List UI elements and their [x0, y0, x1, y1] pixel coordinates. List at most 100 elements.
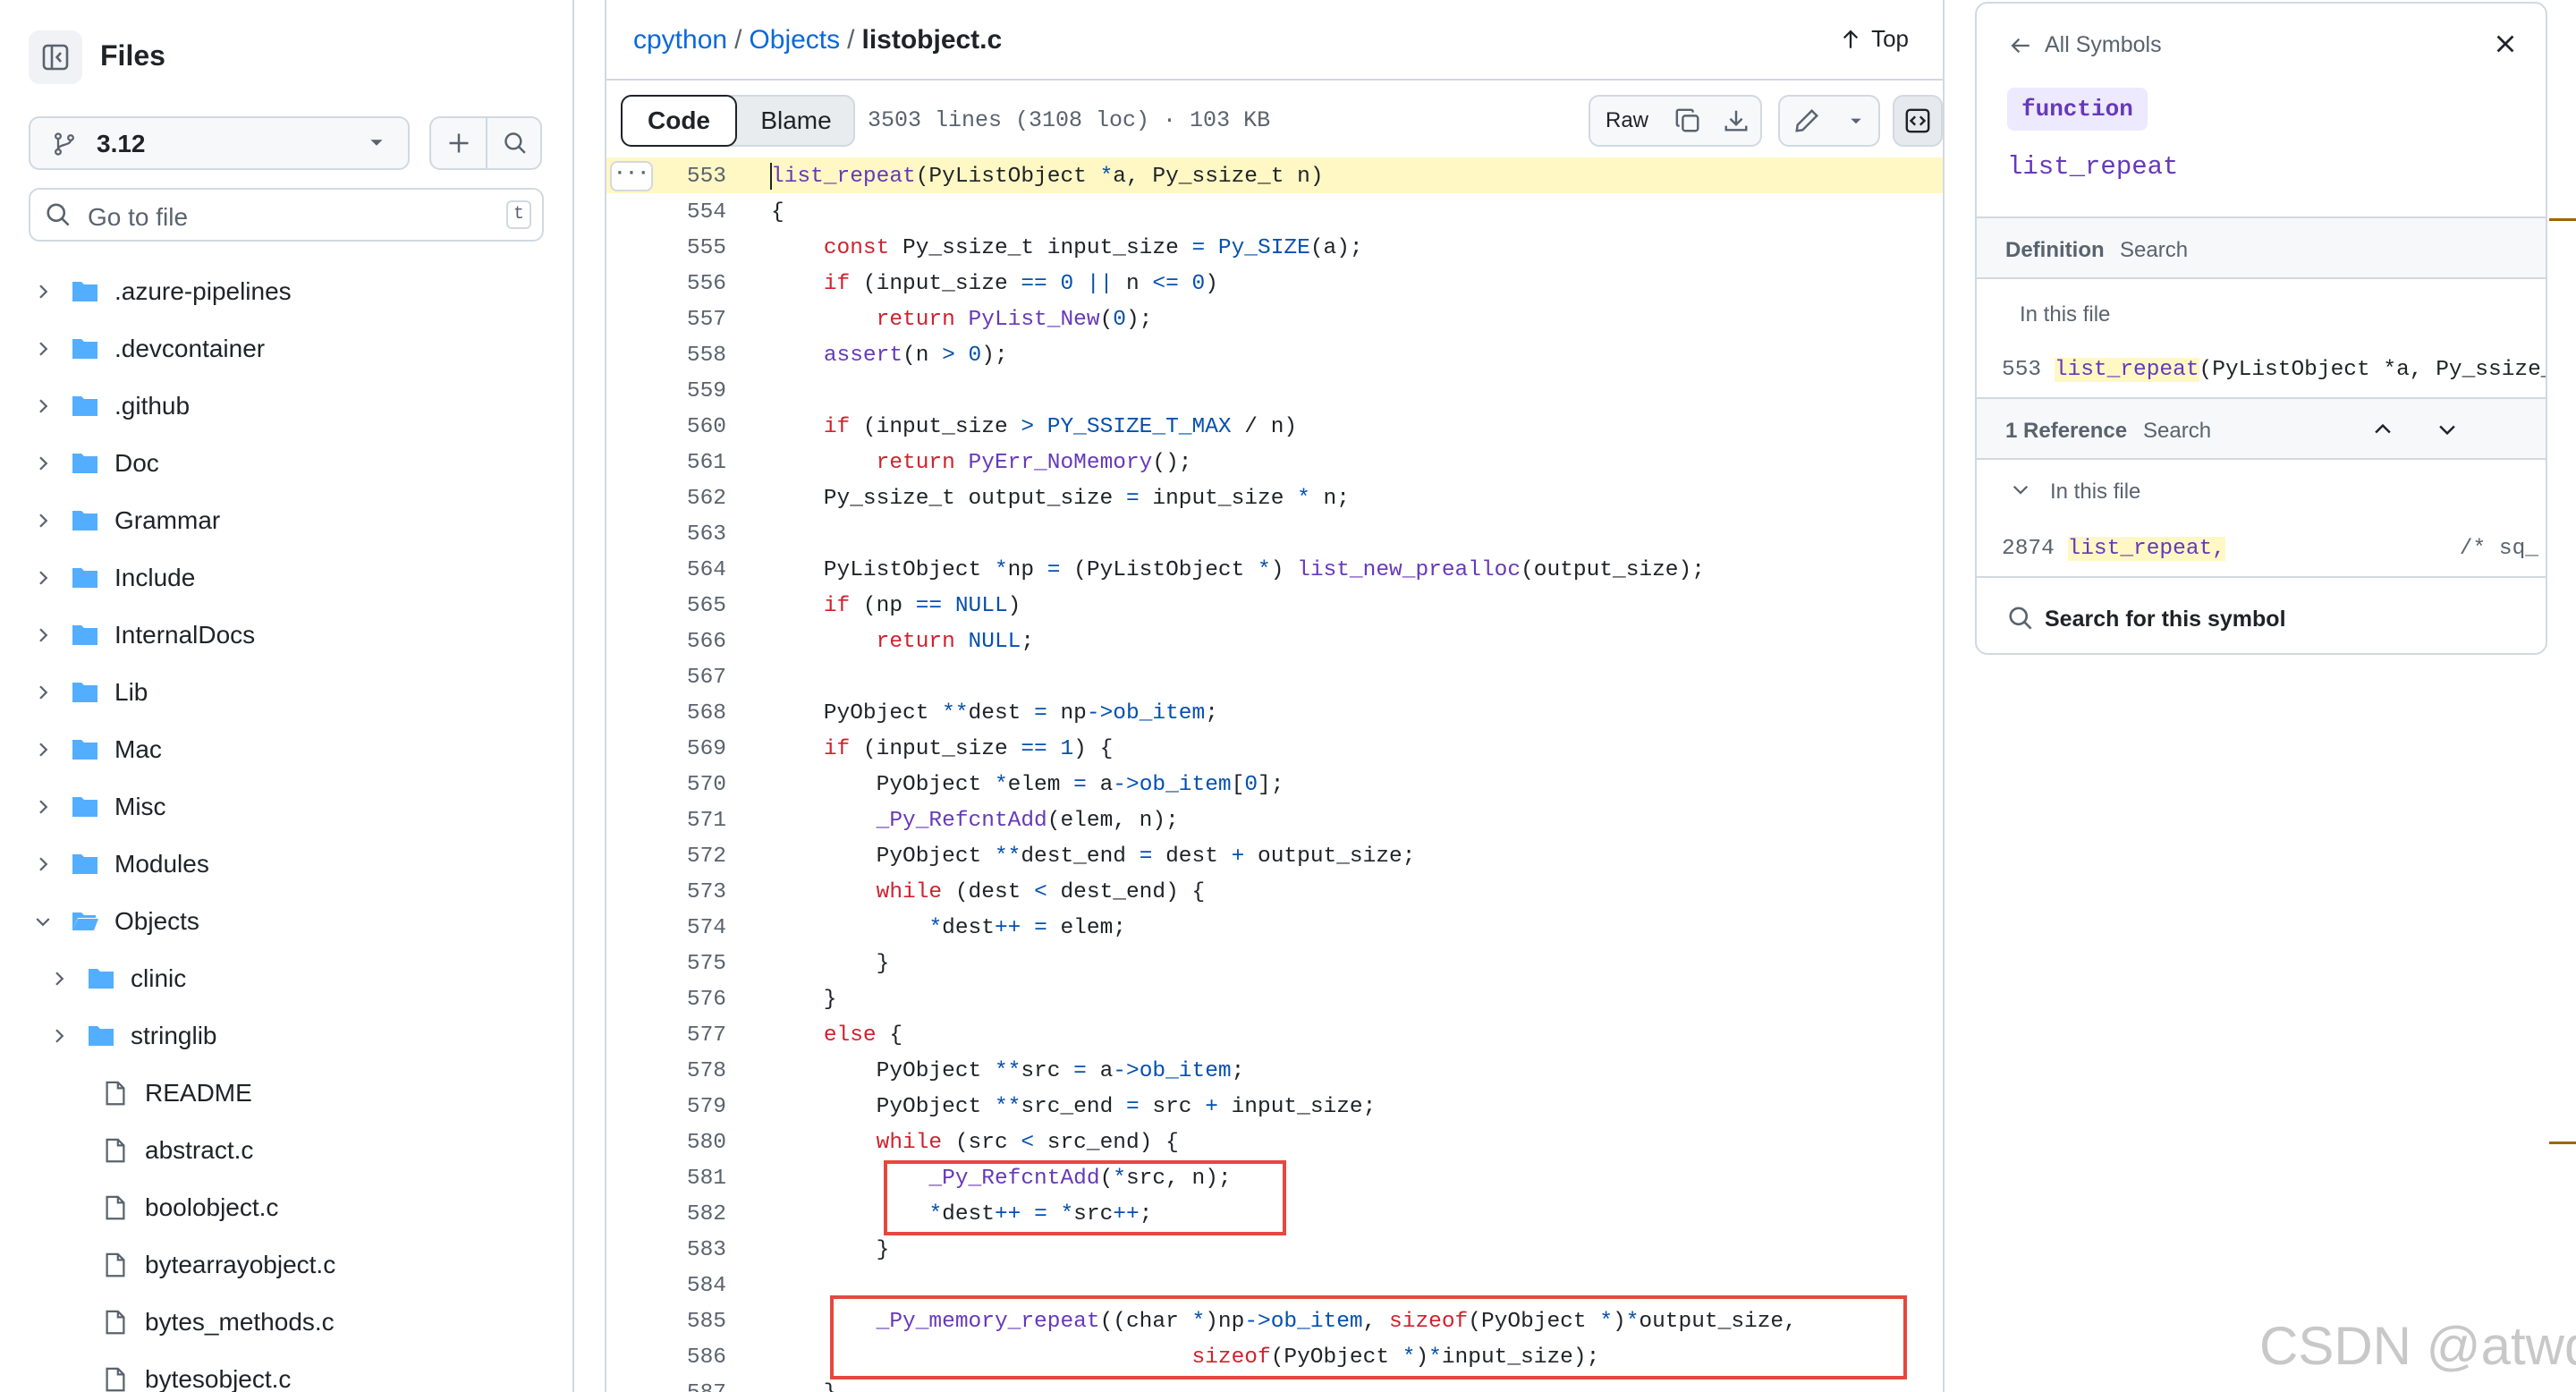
- code-line[interactable]: 564 PyListObject *np = (PyListObject *) …: [606, 551, 1943, 587]
- line-number[interactable]: 572: [637, 845, 726, 869]
- chevron-right-icon[interactable]: [32, 567, 54, 589]
- line-number[interactable]: 571: [637, 809, 726, 833]
- chevron-right-icon[interactable]: [32, 281, 54, 302]
- code-line[interactable]: 579 PyObject **src_end = src + input_siz…: [606, 1088, 1943, 1124]
- code-line[interactable]: 566 return NULL;: [606, 623, 1943, 658]
- line-number[interactable]: 578: [637, 1059, 726, 1083]
- definition-result[interactable]: 553 list_repeat(PyListObject *a, Py_ssiz…: [2002, 358, 2546, 382]
- line-number[interactable]: 583: [637, 1238, 726, 1262]
- line-number[interactable]: 562: [637, 487, 726, 511]
- tree-folder-item[interactable]: InternalDocs: [0, 607, 572, 664]
- chevron-right-icon[interactable]: [32, 853, 54, 875]
- line-number[interactable]: 567: [637, 666, 726, 690]
- line-number[interactable]: 584: [637, 1274, 726, 1298]
- line-number[interactable]: 570: [637, 773, 726, 797]
- chevron-down-icon[interactable]: [2435, 417, 2460, 442]
- reference-result[interactable]: 2874 list_repeat, /* sq_: [2002, 537, 2538, 561]
- blame-tab[interactable]: Blame: [739, 97, 853, 145]
- line-number[interactable]: 554: [637, 200, 726, 225]
- chevron-right-icon[interactable]: [32, 624, 54, 646]
- line-number[interactable]: 566: [637, 630, 726, 654]
- line-number[interactable]: 559: [637, 379, 726, 403]
- chevron-up-icon[interactable]: [2370, 417, 2395, 442]
- tree-file-item[interactable]: bytearrayobject.c: [0, 1236, 572, 1294]
- code-line[interactable]: 563: [606, 515, 1943, 551]
- symbols-panel-button[interactable]: [1893, 95, 1943, 147]
- tree-folder-item[interactable]: Modules: [0, 836, 572, 893]
- code-tab[interactable]: Code: [621, 95, 737, 147]
- line-number[interactable]: 574: [637, 916, 726, 940]
- code-line[interactable]: 556 if (input_size == 0 || n <= 0): [606, 265, 1943, 301]
- raw-button[interactable]: Raw: [1589, 95, 1665, 147]
- add-file-button[interactable]: [431, 118, 487, 168]
- line-number[interactable]: 560: [637, 415, 726, 439]
- collapse-sidebar-button[interactable]: [29, 30, 82, 84]
- tree-folder-item[interactable]: .github: [0, 378, 572, 435]
- tree-file-item[interactable]: bytesobject.c: [0, 1351, 572, 1392]
- line-number[interactable]: 561: [637, 451, 726, 475]
- code-line[interactable]: 554 {: [606, 193, 1943, 229]
- code-line[interactable]: 576 }: [606, 980, 1943, 1016]
- code-line[interactable]: 560 if (input_size > PY_SSIZE_T_MAX / n): [606, 408, 1943, 444]
- tree-folder-item[interactable]: clinic: [0, 950, 572, 1007]
- line-number[interactable]: 575: [637, 952, 726, 976]
- chevron-right-icon[interactable]: [32, 395, 54, 417]
- code-line[interactable]: 557 return PyList_New(0);: [606, 301, 1943, 336]
- line-number[interactable]: 576: [637, 988, 726, 1012]
- tree-folder-item[interactable]: .devcontainer: [0, 320, 572, 378]
- copy-raw-button[interactable]: [1664, 95, 1714, 147]
- line-number[interactable]: 555: [637, 236, 726, 260]
- code-line[interactable]: 567: [606, 658, 1943, 694]
- code-line[interactable]: 573 while (dest < dest_end) {: [606, 873, 1943, 909]
- branch-selector[interactable]: 3.12: [29, 116, 410, 170]
- code-line[interactable]: 574 *dest++ = elem;: [606, 909, 1943, 945]
- chevron-right-icon[interactable]: [32, 682, 54, 703]
- line-number[interactable]: 558: [637, 344, 726, 368]
- code-line[interactable]: 562 Py_ssize_t output_size = input_size …: [606, 480, 1943, 515]
- close-icon[interactable]: [2492, 30, 2519, 57]
- tree-file-item[interactable]: boolobject.c: [0, 1179, 572, 1236]
- line-number[interactable]: 564: [637, 558, 726, 582]
- line-number[interactable]: 568: [637, 701, 726, 726]
- go-to-file-input[interactable]: Go to file t: [29, 188, 544, 242]
- chevron-right-icon[interactable]: [48, 1025, 70, 1047]
- search-for-symbol-button[interactable]: Search for this symbol: [1977, 576, 2546, 653]
- code-line[interactable]: 570 PyObject *elem = a->ob_item[0];: [606, 766, 1943, 802]
- code-line[interactable]: ··· 553 list_repeat(PyListObject *a, Py_ss…: [606, 157, 1943, 193]
- edit-file-button[interactable]: [1778, 95, 1835, 147]
- line-number[interactable]: 585: [637, 1310, 726, 1334]
- chevron-right-icon[interactable]: [48, 968, 70, 989]
- code-line[interactable]: 558 assert(n > 0);: [606, 336, 1943, 372]
- scroll-to-top-button[interactable]: Top: [1839, 25, 1909, 53]
- line-number[interactable]: 587: [637, 1381, 726, 1392]
- tree-file-item[interactable]: bytes_methods.c: [0, 1294, 572, 1351]
- tree-folder-item[interactable]: Doc: [0, 435, 572, 492]
- code-line[interactable]: 565 if (np == NULL): [606, 587, 1943, 623]
- search-files-button[interactable]: [487, 118, 543, 168]
- tree-folder-item[interactable]: Include: [0, 549, 572, 607]
- all-symbols-link[interactable]: All Symbols: [2009, 32, 2162, 58]
- tree-file-item[interactable]: README: [0, 1065, 572, 1122]
- definition-search-link[interactable]: Search: [2120, 238, 2188, 263]
- line-number[interactable]: 580: [637, 1131, 726, 1155]
- line-number[interactable]: 573: [637, 880, 726, 904]
- chevron-right-icon[interactable]: [32, 338, 54, 360]
- code-line[interactable]: 555 const Py_ssize_t input_size = Py_SIZ…: [606, 229, 1943, 265]
- download-button[interactable]: [1712, 95, 1762, 147]
- line-number[interactable]: 553: [637, 165, 726, 189]
- line-number[interactable]: 586: [637, 1345, 726, 1370]
- code-line[interactable]: 559: [606, 372, 1943, 408]
- code-line[interactable]: 572 PyObject **dest_end = dest + output_…: [606, 837, 1943, 873]
- line-number[interactable]: 565: [637, 594, 726, 618]
- line-number[interactable]: 577: [637, 1023, 726, 1048]
- chevron-right-icon[interactable]: [32, 453, 54, 474]
- chevron-down-icon[interactable]: [2009, 478, 2032, 501]
- tree-folder-item[interactable]: Grammar: [0, 492, 572, 549]
- edit-options-button[interactable]: [1834, 95, 1880, 147]
- code-line[interactable]: 569 if (input_size == 1) {: [606, 730, 1943, 766]
- code-line[interactable]: 561 return PyErr_NoMemory();: [606, 444, 1943, 480]
- breadcrumb-repo-link[interactable]: cpython: [633, 25, 727, 55]
- code-line[interactable]: 578 PyObject **src = a->ob_item;: [606, 1052, 1943, 1088]
- tree-file-item[interactable]: abstract.c: [0, 1122, 572, 1179]
- tree-folder-item[interactable]: Mac: [0, 721, 572, 778]
